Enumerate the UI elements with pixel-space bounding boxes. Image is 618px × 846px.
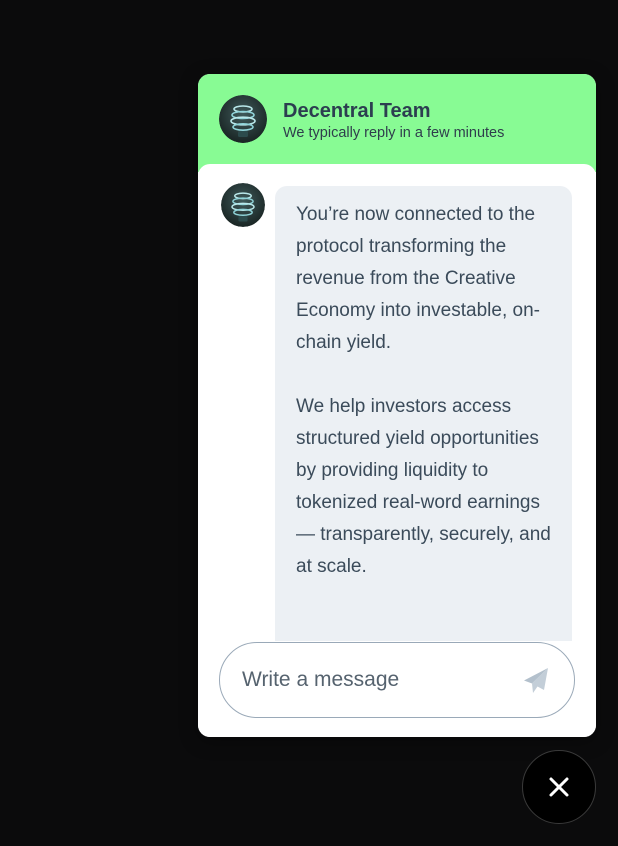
reply-time-status: We typically reply in a few minutes xyxy=(283,125,505,141)
message-avatar-icon xyxy=(221,183,265,227)
paper-plane-icon xyxy=(524,668,548,693)
message-input[interactable] xyxy=(242,661,502,699)
message-paragraph: We help investors access structured yiel… xyxy=(296,396,551,577)
message-bubble: You’re now connected to the protocol tra… xyxy=(275,186,572,641)
conversation-area[interactable]: You’re now connected to the protocol tra… xyxy=(198,164,596,737)
message-scroll-region[interactable]: You’re now connected to the protocol tra… xyxy=(275,186,572,641)
message-paragraph: You’re now connected to the protocol tra… xyxy=(296,204,540,353)
chat-widget: Decentral Team We typically reply in a f… xyxy=(198,74,596,737)
message-composer xyxy=(219,642,575,718)
team-name: Decentral Team xyxy=(283,100,431,122)
close-icon xyxy=(549,777,569,797)
send-button[interactable] xyxy=(520,665,552,697)
team-avatar-icon xyxy=(219,95,267,143)
page: Decentral Team We typically reply in a f… xyxy=(0,0,618,846)
close-chat-button[interactable] xyxy=(522,750,596,824)
chat-header: Decentral Team We typically reply in a f… xyxy=(198,74,596,172)
